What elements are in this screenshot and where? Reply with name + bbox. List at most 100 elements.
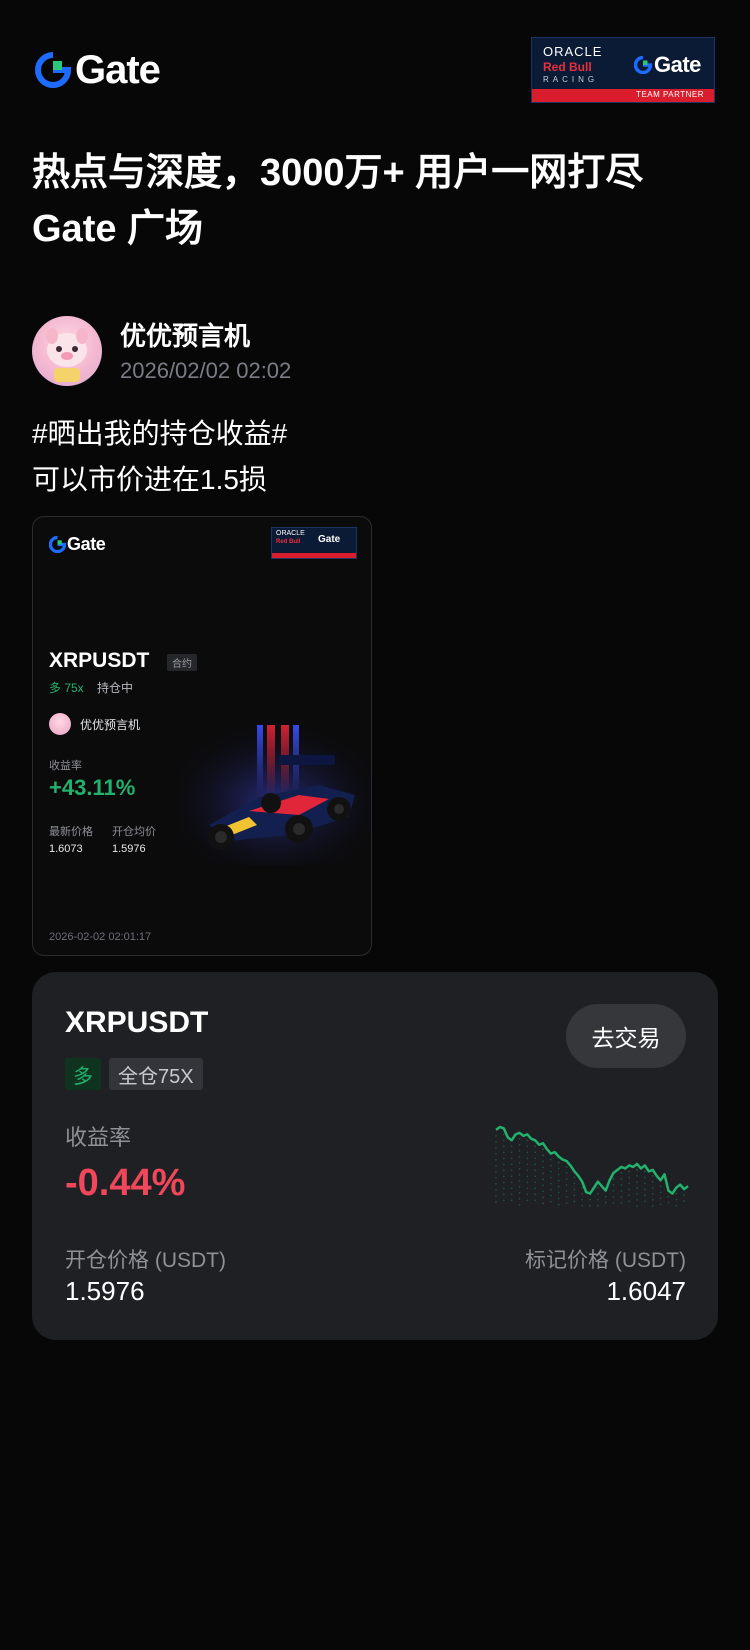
sparkline-fill-dot (502, 1169, 505, 1172)
sparkline-fill-dot (542, 1184, 544, 1187)
sparkline-fill-dot (526, 1169, 529, 1172)
sparkline-fill-dot (549, 1200, 552, 1203)
sparkline-fill-dot (549, 1176, 552, 1179)
sparkline-fill-dot (518, 1137, 521, 1140)
sparkline-fill-dot (526, 1175, 529, 1178)
sparkline-fill-dot (534, 1187, 537, 1190)
sparkline-fill-dot (604, 1201, 607, 1204)
mark-price-label: 标记价格 (USDT) (525, 1249, 686, 1272)
post-content: #晒出我的持仓收益# 可以市价进在1.5损 (32, 411, 287, 503)
sparkline-fill-dot (518, 1203, 521, 1206)
sparkline-fill-dot (628, 1188, 631, 1191)
sparkline-fill-dot (612, 1177, 615, 1180)
sparkline-fill-dot (502, 1133, 505, 1136)
sparkline-fill-dot (573, 1188, 576, 1191)
sparkline-fill-dot (683, 1194, 685, 1197)
sparkline-fill-dot (542, 1148, 544, 1151)
share-partner-oracle: ORACLE (276, 530, 305, 537)
sparkline-fill-dot (510, 1169, 513, 1172)
sparkline-fill-dot (589, 1204, 591, 1207)
sparkline-fill-dot (596, 1186, 599, 1189)
go-trade-button[interactable]: 去交易 (566, 1004, 686, 1068)
sparkline-fill-dot (683, 1200, 685, 1203)
price-sparkline (495, 1125, 689, 1207)
sparkline-fill-dot (620, 1172, 623, 1174)
sparkline-fill-dot (518, 1161, 521, 1164)
sparkline-fill-dot (667, 1195, 670, 1198)
sparkline-fill-dot (643, 1188, 646, 1191)
share-gate-text: Gate (67, 534, 106, 554)
share-position-status: 持仓中 (97, 681, 134, 695)
share-last-price-value: 1.6073 (49, 843, 83, 855)
post-timestamp: 2026/02/02 02:02 (120, 358, 292, 383)
sparkline-fill-dot (636, 1199, 638, 1201)
f1-car-illustration (179, 725, 371, 865)
sparkline-fill-dot (596, 1192, 599, 1195)
sparkline-fill-dot (620, 1178, 623, 1180)
sparkline-fill-dot (495, 1171, 497, 1173)
sparkline-fill-dot (510, 1199, 513, 1202)
sparkline-fill-dot (659, 1191, 662, 1194)
sparkline-fill-dot (651, 1186, 654, 1189)
sparkline-fill-dot (659, 1203, 662, 1206)
sparkline-line (495, 1125, 689, 1195)
sparkline-fill-dot (510, 1181, 513, 1184)
share-timestamp: 2026-02-02 02:01:17 (49, 931, 152, 943)
partner-oracle-text: ORACLE (543, 44, 603, 59)
sparkline-fill-dot (557, 1179, 560, 1182)
sparkline-fill-dot (636, 1205, 638, 1207)
sparkline-fill-dot (534, 1181, 537, 1184)
sparkline-fill-dot (565, 1172, 568, 1174)
sparkline-fill-dot (565, 1166, 568, 1168)
sparkline-fill-dot (495, 1177, 497, 1179)
pnl-share-card[interactable]: Gate ORACLE Red Bull Gate XRPUSDT 合约 多 7… (32, 516, 372, 956)
share-partner-badge: ORACLE Red Bull Gate (271, 527, 357, 559)
sparkline-fill-dot (542, 1166, 544, 1169)
sparkline-fill-dot (620, 1190, 623, 1192)
sparkline-fill-dot (628, 1200, 631, 1203)
share-pair: XRPUSDT (49, 649, 150, 672)
position-card[interactable]: XRPUSDT 去交易 多 全仓75X 收益率 -0.44% 开仓价格 (USD… (32, 972, 718, 1340)
author-name[interactable]: 优优预言机 (120, 316, 250, 353)
sparkline-fill-dot (659, 1185, 662, 1188)
sparkline-fill-dot (495, 1201, 497, 1203)
sparkline-fill-dot (510, 1157, 513, 1160)
sparkline-fill-dot (495, 1189, 497, 1191)
post-hashtag[interactable]: #晒出我的持仓收益# (32, 411, 287, 457)
sparkline-fill-dot (534, 1157, 537, 1160)
gate-logo-icon (35, 52, 71, 88)
open-price-value: 1.5976 (65, 1276, 145, 1306)
sparkline-fill-dot (502, 1157, 505, 1160)
sparkline-fill-dot (651, 1174, 654, 1177)
sparkline-fill-dot (565, 1196, 568, 1198)
sparkline-fill-dot (675, 1198, 678, 1201)
sparkline-fill-dot (581, 1192, 584, 1195)
team-partner-strip: TEAM PARTNER (532, 89, 714, 102)
sparkline-fill-dot (612, 1189, 615, 1192)
sparkline-fill-dot (643, 1170, 646, 1173)
sparkline-fill-dot (502, 1193, 505, 1196)
sparkline-fill-dot (502, 1187, 505, 1190)
share-gate-logo: Gate (49, 534, 106, 555)
sparkline-fill-dot (495, 1153, 497, 1155)
sparkline-fill-dot (643, 1194, 646, 1197)
sparkline-fill-dot (565, 1178, 568, 1180)
author-avatar[interactable] (32, 316, 102, 386)
sparkline-fill-dot (495, 1159, 497, 1161)
sparkline-fill-dot (557, 1161, 560, 1164)
partner-gate-text: Gate (654, 52, 701, 77)
sparkline-fill-dot (518, 1149, 521, 1152)
sparkline-fill-dot (651, 1180, 654, 1183)
sparkline-fill-dot (628, 1170, 631, 1173)
team-partner-badge: ORACLE Red Bull RACING Gate TEAM PARTNER (531, 37, 715, 103)
sparkline-fill-dot (518, 1191, 521, 1194)
sparkline-fill-dot (636, 1181, 638, 1183)
sparkline-fill-dot (675, 1192, 678, 1195)
sparkline-fill-dot (651, 1198, 654, 1201)
partner-racing-text: RACING (543, 75, 599, 84)
sparkline-fill-dot (534, 1145, 537, 1148)
sparkline-fill-dot (620, 1184, 623, 1186)
sparkline-fill-dot (518, 1197, 521, 1200)
sparkline-fill-dot (510, 1193, 513, 1196)
position-pair: XRPUSDT (65, 1006, 209, 1039)
